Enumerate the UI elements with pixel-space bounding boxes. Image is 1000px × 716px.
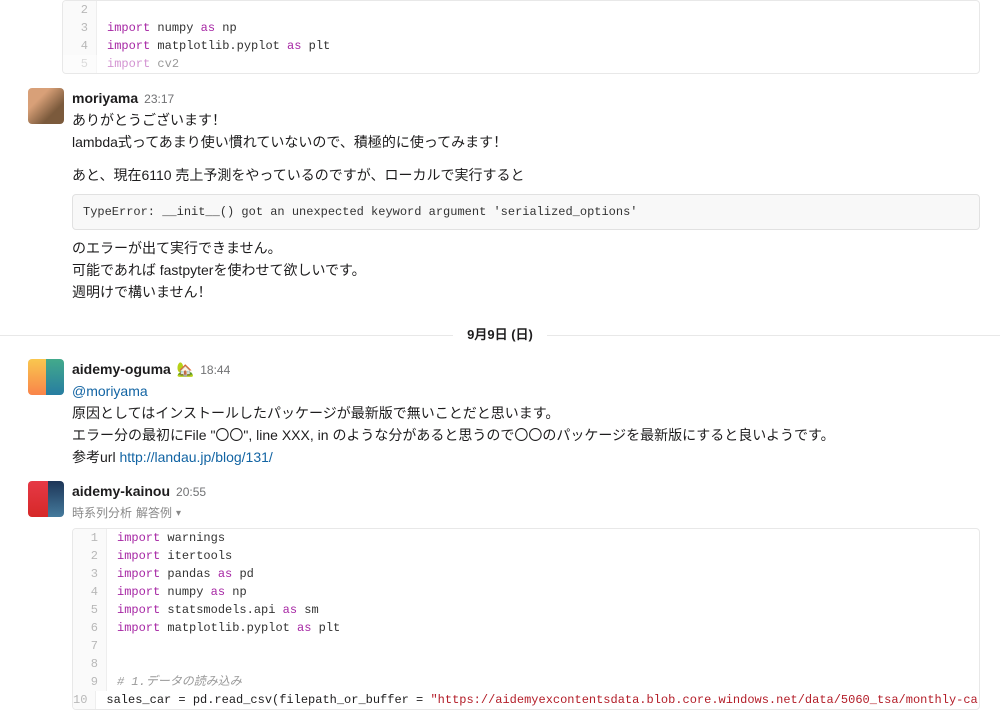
message-kainou: aidemy-kainou 20:55 時系列分析 解答例 ▾ 1import … [0, 475, 1000, 716]
author-name[interactable]: moriyama [72, 88, 138, 109]
code-line: 5import statsmodels.api as sm [73, 601, 979, 619]
avatar-kainou[interactable] [28, 481, 64, 517]
message-text: エラー分の最初にFile "〇〇", line XXX, in のような分がある… [72, 425, 980, 446]
code-line: 8 [73, 655, 979, 673]
line-number: 9 [73, 673, 107, 691]
tag-series: 時系列分析 [72, 504, 132, 522]
author-name[interactable]: aidemy-oguma [72, 359, 171, 380]
message-text: のエラーが出て実行できません。 [72, 238, 980, 259]
code-text: import statsmodels.api as sm [107, 601, 979, 619]
code-line: 3import pandas as pd [73, 565, 979, 583]
code-text: import matplotlib.pyplot as plt [97, 37, 979, 55]
code-text: import itertools [107, 547, 979, 565]
line-number: 3 [73, 565, 107, 583]
line-number: 8 [73, 655, 107, 673]
code-line: 4import numpy as np [73, 583, 979, 601]
code-snippet-top: 23import numpy as np4import matplotlib.p… [62, 0, 980, 74]
avatar-oguma[interactable] [28, 359, 64, 395]
line-number: 4 [63, 37, 97, 55]
house-icon: 🏡 [177, 359, 194, 380]
line-number: 6 [73, 619, 107, 637]
line-number: 7 [73, 637, 107, 655]
message-text: 原因としてはインストールしたパッケージが最新版で無いことだと思います。 [72, 403, 980, 424]
line-number: 5 [73, 601, 107, 619]
message-text: lambda式ってあまり使い慣れていないので、積極的に使ってみます！ [72, 132, 980, 153]
reference-link[interactable]: http://landau.jp/blog/131/ [119, 449, 272, 465]
code-line: 3import numpy as np [63, 19, 979, 37]
code-line: 1import warnings [73, 529, 979, 547]
code-line: 10sales_car = pd.read_csv(filepath_or_bu… [73, 691, 979, 709]
author-name[interactable]: aidemy-kainou [72, 481, 170, 502]
message-text: あと、現在6110 売上予測をやっているのですが、ローカルで実行すると [72, 165, 980, 186]
code-line: 9# 1.データの読み込み [73, 673, 979, 691]
code-text: sales_car = pd.read_csv(filepath_or_buff… [96, 691, 980, 709]
message-moriyama: moriyama 23:17 ありがとうございます！lambda式ってあまり使い… [0, 82, 1000, 310]
date-label[interactable]: 9月9日 (日) [453, 327, 547, 342]
error-output: TypeError: __init__() got an unexpected … [72, 194, 980, 230]
line-number: 2 [63, 1, 97, 19]
line-number: 10 [73, 691, 96, 709]
reference-prefix: 参考url [72, 449, 119, 465]
code-text: import numpy as np [97, 19, 979, 37]
code-text: # 1.データの読み込み [107, 673, 979, 691]
avatar-moriyama[interactable] [28, 88, 64, 124]
code-line: 2 [63, 1, 979, 19]
code-line: 2import itertools [73, 547, 979, 565]
message-oguma: aidemy-oguma 🏡 18:44 @moriyama 原因としてはインス… [0, 353, 1000, 475]
chevron-down-icon: ▾ [176, 506, 181, 521]
reference-line: 参考url http://landau.jp/blog/131/ [72, 447, 980, 468]
code-line: 5import cv2 [63, 55, 979, 73]
tag-answer: 解答例 [136, 504, 172, 522]
code-text: import warnings [107, 529, 979, 547]
line-number: 3 [63, 19, 97, 37]
mention[interactable]: @moriyama [72, 383, 148, 399]
message-time[interactable]: 20:55 [176, 483, 206, 501]
message-text: 可能であれば fastpyterを使わせて欲しいです。 [72, 260, 980, 281]
line-number: 2 [73, 547, 107, 565]
code-text: import pandas as pd [107, 565, 979, 583]
code-text: import cv2 [97, 55, 979, 73]
code-text: import numpy as np [107, 583, 979, 601]
code-snippet-kainou: 1import warnings2import itertools3import… [72, 528, 980, 710]
code-line: 7 [73, 637, 979, 655]
code-line: 4import matplotlib.pyplot as plt [63, 37, 979, 55]
code-line: 6import matplotlib.pyplot as plt [73, 619, 979, 637]
message-text: ありがとうございます！ [72, 110, 980, 131]
line-number: 5 [63, 55, 97, 73]
code-text [107, 637, 979, 655]
code-text: import matplotlib.pyplot as plt [107, 619, 979, 637]
line-number: 4 [73, 583, 107, 601]
code-text [97, 1, 979, 19]
line-number: 1 [73, 529, 107, 547]
message-time[interactable]: 18:44 [200, 361, 230, 379]
date-divider: 9月9日 (日) [0, 324, 1000, 345]
message-text: 週明けで構いません！ [72, 282, 980, 303]
code-text [107, 655, 979, 673]
tags-row[interactable]: 時系列分析 解答例 ▾ [72, 504, 980, 522]
message-time[interactable]: 23:17 [144, 90, 174, 108]
